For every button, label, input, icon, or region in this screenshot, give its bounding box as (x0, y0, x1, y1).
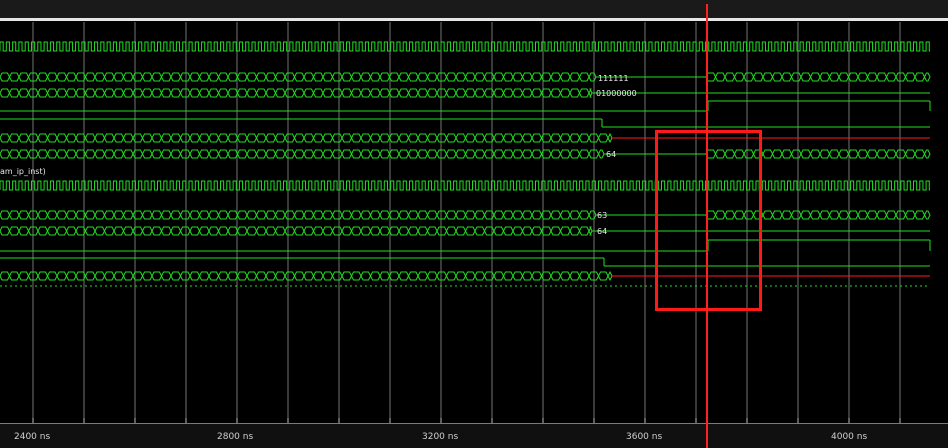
bus-trace-2a (0, 88, 593, 98)
clock-trace-1 (0, 41, 930, 52)
time-axis: 2400 ns 2800 ns 3200 ns 3600 ns 4000 ns (0, 423, 948, 448)
bus-value-label-2: 01000000 (596, 89, 637, 98)
bus-trace-6a (0, 226, 593, 236)
waveform-viewer[interactable]: am_ip_inst) 111111 01000000 64 63 64 240… (0, 0, 948, 448)
bus-trace-7a (0, 270, 613, 282)
highlight-box (655, 130, 762, 311)
instance-label: am_ip_inst) (0, 167, 46, 176)
tick-label-2400: 2400 ns (14, 432, 51, 442)
bus-trace-3a (0, 132, 613, 144)
clock-trace-2 (0, 180, 930, 191)
tick-label-4000: 4000 ns (831, 432, 868, 442)
bus-trace-1a (0, 72, 597, 82)
time-cursor[interactable] (706, 4, 708, 448)
bus-trace-1b (705, 72, 931, 82)
bus-trace-5a (0, 210, 597, 220)
waveform-canvas[interactable] (0, 0, 948, 423)
bus-value-label-4: 63 (597, 211, 608, 220)
tick-label-3600: 3600 ns (626, 432, 663, 442)
bus-value-label-5: 64 (597, 227, 608, 236)
tick-label-2800: 2800 ns (217, 432, 254, 442)
tick-label-3200: 3200 ns (422, 432, 459, 442)
bus-trace-4a (0, 149, 605, 159)
bus-value-label-1: 111111 (598, 74, 629, 83)
time-axis-line (0, 423, 948, 424)
bus-value-label-3: 64 (606, 150, 617, 159)
